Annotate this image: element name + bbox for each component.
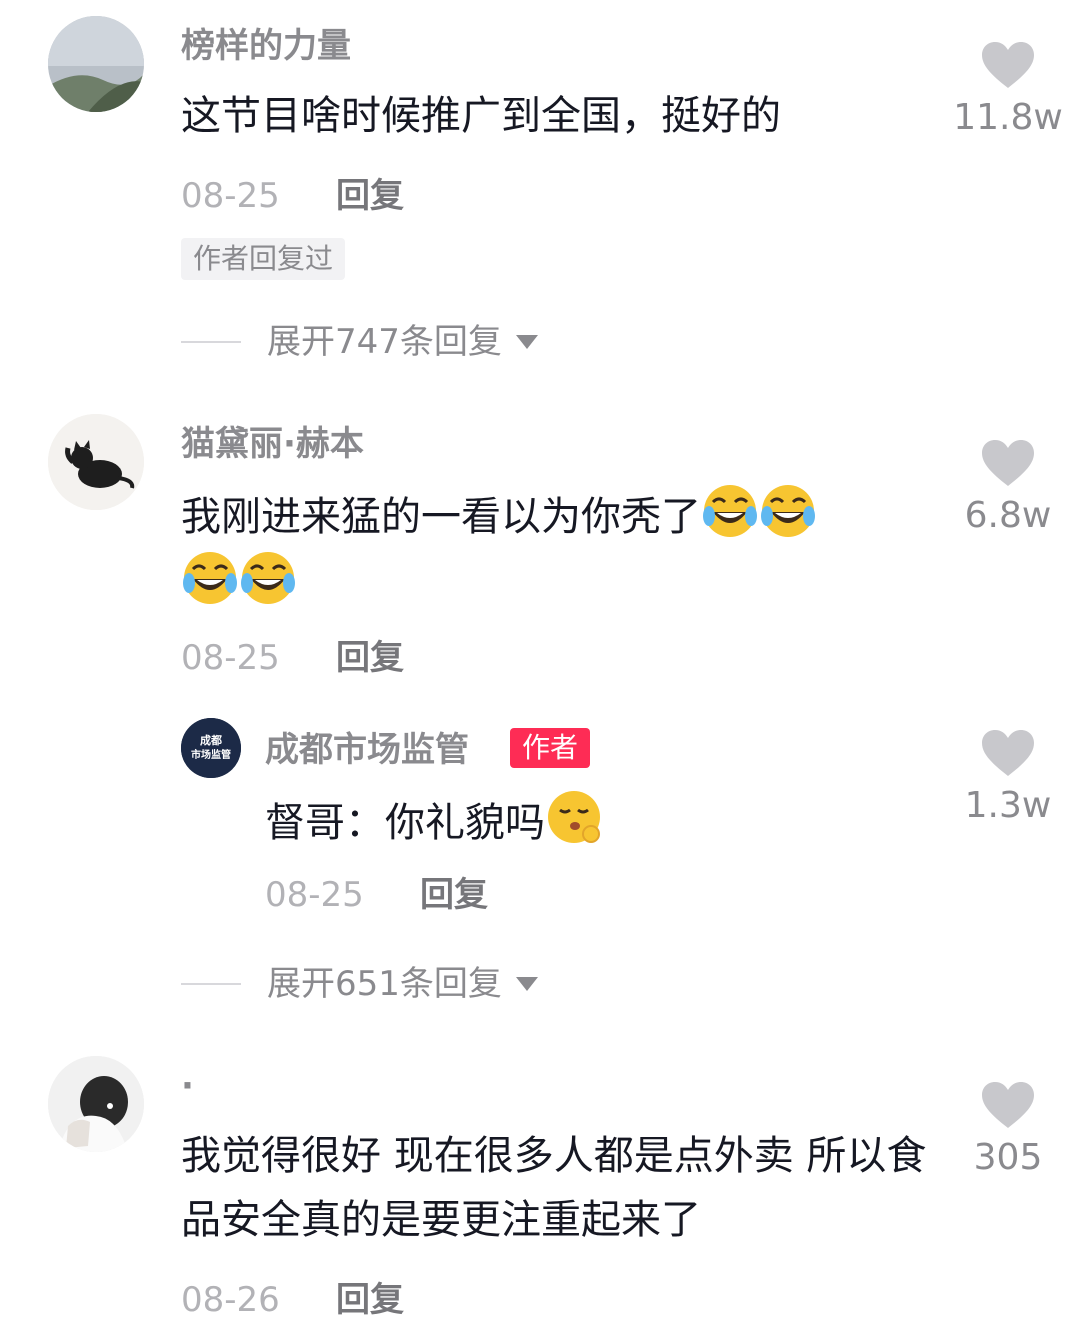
avatar[interactable]	[48, 1056, 144, 1152]
reply-button[interactable]: 回复	[420, 873, 488, 917]
shushing-face-emoji-icon	[545, 788, 603, 846]
username[interactable]: 猫黛丽·赫本	[181, 422, 364, 466]
comment-date: 08-25	[181, 638, 280, 678]
username[interactable]: ·	[181, 1064, 194, 1108]
avatar[interactable]: 成都 市场监管	[181, 718, 241, 778]
comment-text: 这节目啥时候推广到全国，挺好的	[181, 93, 781, 139]
heart-icon	[982, 730, 1034, 776]
reply-text-content: 督哥：你礼貌吗	[265, 800, 545, 846]
expand-replies-label: 展开651条回复	[267, 964, 502, 1004]
like-count: 11.8w	[953, 97, 1063, 138]
laughing-crying-emoji-icon	[181, 549, 239, 607]
reply-button[interactable]: 回复	[336, 636, 404, 680]
laughing-crying-emoji-icon	[701, 482, 759, 540]
divider	[181, 983, 241, 985]
svg-text:市场监管: 市场监管	[191, 748, 231, 761]
reply-button[interactable]: 回复	[336, 174, 404, 218]
chengdu-market-supervision-logo-avatar: 成都 市场监管	[181, 718, 241, 778]
author-replied-tag: 作者回复过	[181, 238, 346, 280]
black-cat-avatar-image	[48, 414, 144, 510]
comment-text: 我觉得很好 现在很多人都是点外卖 所以食品安全真的是要更注重起来了	[181, 1133, 927, 1243]
comment-text-content: 我刚进来猛的一看以为你秃了	[181, 494, 701, 540]
expand-replies-button[interactable]: 展开747条回复	[181, 320, 538, 364]
username[interactable]: 成都市场监管	[265, 728, 469, 772]
expand-replies-label: 展开747条回复	[267, 322, 502, 362]
svg-text:成都: 成都	[200, 733, 222, 747]
avatar[interactable]	[48, 16, 144, 112]
like-button[interactable]: 11.8w	[948, 40, 1068, 140]
reply-date: 08-25	[265, 875, 364, 915]
avatar[interactable]	[48, 414, 144, 510]
reply-button[interactable]: 回复	[336, 1278, 404, 1322]
like-count: 1.3w	[964, 785, 1052, 826]
comment-list: 榜样的力量 这节目啥时候推广到全国，挺好的 08-25 回复 作者回复过 11.…	[0, 0, 1080, 1344]
author-tag: 作者	[510, 728, 591, 768]
laughing-crying-emoji-icon	[239, 549, 297, 607]
like-button[interactable]: 1.3w	[948, 728, 1068, 828]
expand-replies-button[interactable]: 展开651条回复	[181, 962, 538, 1006]
like-count: 6.8w	[964, 495, 1052, 536]
caret-down-icon	[515, 977, 538, 991]
username[interactable]: 榜样的力量	[181, 24, 351, 68]
comment-text: 我刚进来猛的一看以为你秃了	[181, 482, 921, 616]
laughing-crying-emoji-icon	[759, 482, 817, 540]
like-button[interactable]: 6.8w	[948, 438, 1068, 538]
comment-date: 08-25	[181, 176, 280, 216]
like-button[interactable]: 305	[948, 1080, 1068, 1180]
caret-down-icon	[515, 335, 538, 349]
divider	[181, 341, 241, 343]
like-count: 305	[973, 1137, 1043, 1178]
girl-portrait-avatar-image	[48, 1056, 144, 1152]
heart-icon	[982, 440, 1034, 486]
heart-icon	[982, 42, 1034, 88]
heart-icon	[982, 1082, 1034, 1128]
reply-text: 督哥：你礼貌吗	[265, 788, 925, 855]
comment-date: 08-26	[181, 1280, 280, 1320]
mountain-landscape-avatar-image	[48, 16, 144, 112]
